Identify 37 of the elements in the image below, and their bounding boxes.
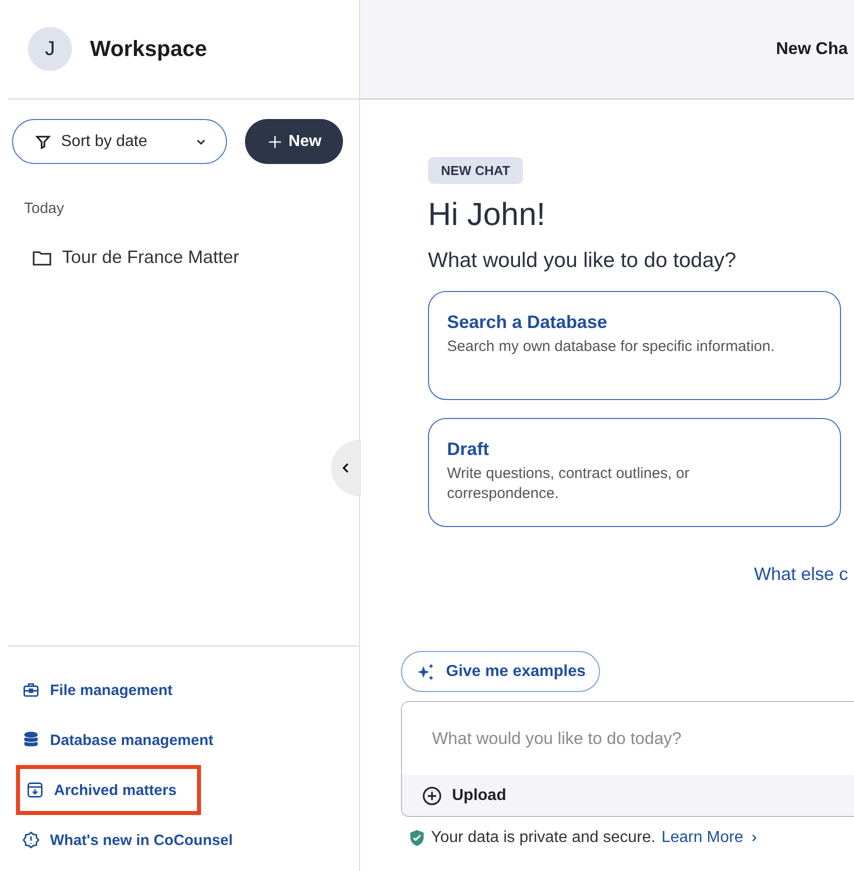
folder-icon — [32, 248, 52, 266]
more-options-link[interactable]: What else c — [754, 564, 848, 585]
sidebar-link[interactable]: What's new in CoCounsel — [22, 815, 359, 865]
sort-dropdown[interactable]: Sort by date — [12, 119, 227, 164]
card-title: Search a Database — [447, 312, 608, 333]
plus-icon — [266, 134, 283, 150]
matter-item[interactable]: Tour de France Matter — [32, 247, 359, 268]
sidebar-link[interactable]: Database management — [22, 715, 359, 765]
greeting-heading: Hi John! — [428, 196, 546, 233]
upload-button[interactable]: Upload — [422, 786, 506, 806]
action-card[interactable]: Search a Database Search my own database for specific information. — [428, 291, 841, 400]
learn-more-link[interactable]: Learn More — [661, 829, 760, 847]
shield-check-icon — [409, 829, 425, 847]
filter-icon — [35, 134, 51, 150]
alert-badge-icon — [22, 831, 40, 849]
action-card[interactable]: Draft Write questions, contract outlines, or correspondence. — [428, 418, 841, 527]
new-chat-badge: NEW CHAT — [428, 157, 524, 184]
examples-button[interactable]: Give me examples — [401, 651, 600, 692]
card-description: Write questions, contract outlines, or correspondence. — [447, 464, 690, 504]
plus-circle-icon — [422, 786, 442, 806]
page-title: New Cha — [776, 39, 848, 59]
database-icon — [22, 731, 40, 749]
card-title: Draft — [447, 439, 490, 460]
archive-box-icon — [26, 781, 44, 799]
privacy-notice: Your data is private and secure. — [431, 829, 656, 847]
chat-input-box[interactable]: What would you like to do today? Upload — [401, 701, 854, 817]
sidebar-link[interactable]: File management — [22, 665, 359, 715]
prompt-text: What would you like to do today? — [428, 249, 738, 273]
sidebar-link[interactable]: Archived matters — [16, 765, 201, 815]
collapse-sidebar-button[interactable] — [331, 440, 361, 496]
section-label: Today — [24, 200, 66, 217]
new-button[interactable]: New — [245, 119, 343, 164]
card-description: Search my own database for specific information. — [447, 337, 776, 357]
workspace-title: Workspace — [90, 36, 207, 62]
sparkles-icon — [416, 662, 436, 682]
briefcase-icon — [22, 681, 40, 699]
user-avatar[interactable]: J — [28, 27, 72, 71]
